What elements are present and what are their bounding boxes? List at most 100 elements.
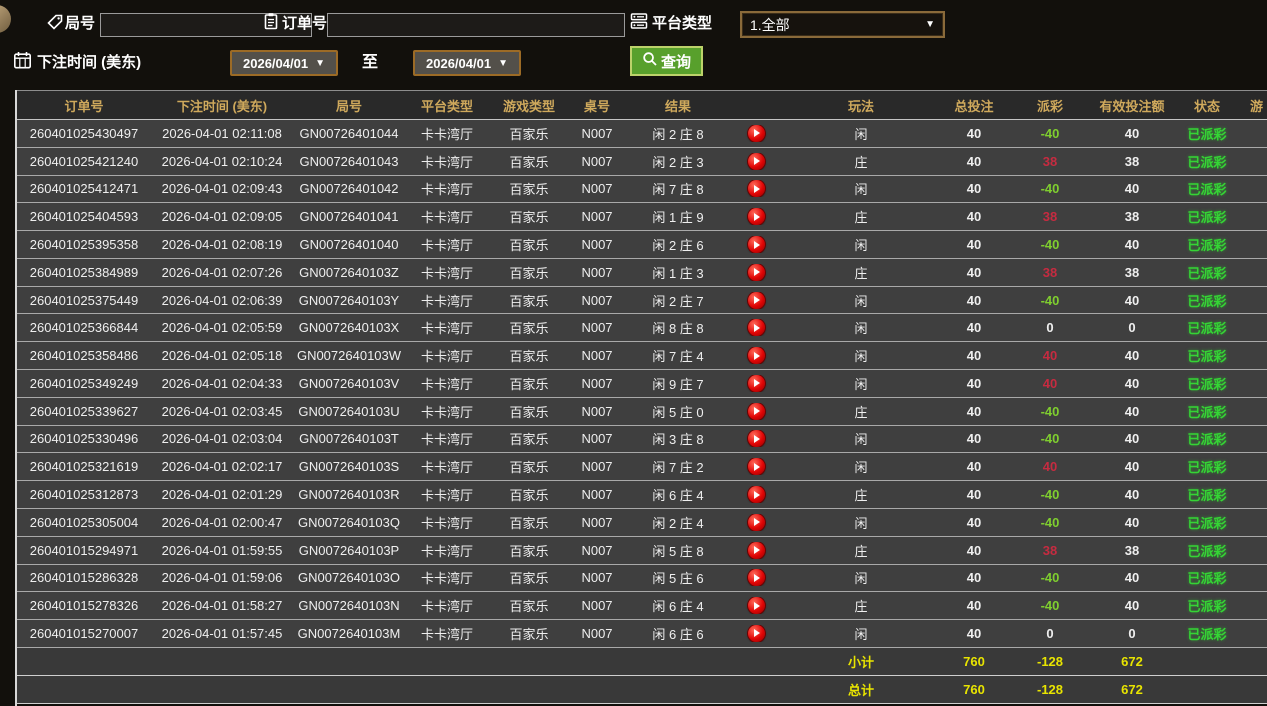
cell-game-no: GN00726401042 bbox=[299, 181, 399, 197]
cell-payout: 38 bbox=[1042, 153, 1058, 169]
play-video-icon[interactable] bbox=[747, 263, 765, 281]
cell-result: 闲 2 庄 8 bbox=[652, 126, 704, 142]
cell-payout: -40 bbox=[1040, 181, 1060, 197]
cell-status: 已派彩 bbox=[1187, 432, 1227, 448]
cell-total-bet: 40 bbox=[966, 625, 982, 641]
cell-result: 闲 2 庄 7 bbox=[652, 293, 704, 309]
platform-type-value: 1.全部 bbox=[750, 16, 790, 33]
cell-order-no: 260401015270007 bbox=[29, 625, 139, 641]
cell-game-no: GN0072640103T bbox=[299, 431, 399, 447]
play-video-icon[interactable] bbox=[747, 513, 765, 531]
cell-table: N007 bbox=[581, 514, 613, 530]
cell-table: N007 bbox=[581, 153, 613, 169]
table-row: 260401025339627 2026-04-01 02:03:45 GN0072… bbox=[17, 397, 1267, 426]
cell-play-type: 闲 bbox=[854, 182, 868, 198]
cell-valid-bet: 38 bbox=[1124, 542, 1140, 558]
column-header: 游戏类型 bbox=[502, 98, 555, 114]
order-no-input[interactable] bbox=[327, 13, 625, 37]
play-video-icon[interactable] bbox=[747, 152, 765, 170]
cell-play-type: 闲 bbox=[854, 571, 868, 587]
cell-game-no: GN0072640103R bbox=[298, 487, 400, 503]
play-video-icon[interactable] bbox=[747, 208, 765, 226]
play-video-icon[interactable] bbox=[747, 347, 765, 365]
cell-payout: 38 bbox=[1042, 264, 1058, 280]
cell-game: 百家乐 bbox=[509, 265, 549, 281]
cell-payout: -40 bbox=[1040, 570, 1060, 586]
cell-order-no: 260401025384989 bbox=[29, 264, 139, 280]
date-to-select[interactable]: 2026/04/01 ▼ bbox=[413, 50, 521, 76]
play-video-icon[interactable] bbox=[747, 430, 765, 448]
table-row: 260401025404593 2026-04-01 02:09:05 GN0072… bbox=[17, 203, 1267, 232]
cell-play-type: 庄 bbox=[854, 265, 868, 281]
cell-valid-bet: 38 bbox=[1124, 153, 1140, 169]
cell-game: 百家乐 bbox=[509, 626, 549, 642]
cell-game-no: GN0072640103P bbox=[298, 542, 400, 558]
table-row: 260401025412471 2026-04-01 02:09:43 GN0072… bbox=[17, 175, 1267, 204]
cell-total-bet: 40 bbox=[966, 570, 982, 586]
cell-total-bet: 40 bbox=[966, 487, 982, 503]
cell-order-no: 260401025395358 bbox=[29, 237, 139, 253]
table-row: 260401015278326 2026-04-01 01:58:27 GN0072… bbox=[17, 592, 1267, 621]
cell-order-no: 260401025321619 bbox=[29, 459, 139, 475]
query-button[interactable]: 查询 bbox=[630, 46, 703, 76]
cell-result: 闲 1 庄 3 bbox=[652, 265, 704, 281]
platform-type-select[interactable]: 1.全部 ▼ bbox=[740, 11, 945, 38]
cell-order-no: 260401025330496 bbox=[29, 431, 139, 447]
play-video-icon[interactable] bbox=[747, 486, 765, 504]
play-video-icon[interactable] bbox=[747, 458, 765, 476]
cell-game-no: GN0072640103Z bbox=[299, 264, 399, 280]
play-video-icon[interactable] bbox=[747, 402, 765, 420]
cell-game-no: GN0072640103X bbox=[298, 320, 400, 336]
edge-circle-decoration bbox=[0, 5, 11, 33]
play-video-icon[interactable] bbox=[747, 569, 765, 587]
cell-status: 已派彩 bbox=[1187, 238, 1227, 254]
cell-game: 百家乐 bbox=[509, 376, 549, 392]
cell-hall: 卡卡湾厅 bbox=[420, 599, 473, 615]
cell-status: 已派彩 bbox=[1187, 154, 1227, 170]
cell-valid-bet: 0 bbox=[1128, 625, 1136, 641]
cell-play-type: 闲 bbox=[854, 126, 868, 142]
cell-game: 百家乐 bbox=[509, 210, 549, 226]
date-from-select[interactable]: 2026/04/01 ▼ bbox=[230, 50, 338, 76]
play-video-icon[interactable] bbox=[747, 597, 765, 615]
play-video-icon[interactable] bbox=[747, 236, 765, 254]
cell-payout: -40 bbox=[1040, 514, 1060, 530]
play-video-icon[interactable] bbox=[747, 180, 765, 198]
cell-order-no: 260401015278326 bbox=[29, 598, 139, 614]
cell-hall: 卡卡湾厅 bbox=[420, 432, 473, 448]
column-header: 订单号 bbox=[64, 98, 104, 114]
cell-time: 2026-04-01 02:00:47 bbox=[161, 514, 283, 530]
play-video-icon[interactable] bbox=[747, 624, 765, 642]
chevron-down-icon: ▼ bbox=[925, 19, 935, 30]
game-no-input[interactable] bbox=[100, 13, 312, 37]
cell-status: 已派彩 bbox=[1187, 210, 1227, 226]
cell-status: 已派彩 bbox=[1187, 293, 1227, 309]
cell-valid-bet: 38 bbox=[1124, 209, 1140, 225]
cell-game-no: GN0072640103V bbox=[298, 375, 400, 391]
cell-valid-bet: 40 bbox=[1124, 431, 1140, 447]
cell-valid-bet: 40 bbox=[1124, 348, 1140, 364]
cell-valid-bet: 40 bbox=[1124, 514, 1140, 530]
cell-total-bet: 40 bbox=[966, 153, 982, 169]
cell-valid-bet: 40 bbox=[1124, 181, 1140, 197]
column-header: 下注时间 (美东) bbox=[176, 98, 268, 114]
cell-result: 闲 7 庄 4 bbox=[652, 349, 704, 365]
cell-time: 2026-04-01 02:07:26 bbox=[161, 264, 283, 280]
cell-play-type: 庄 bbox=[854, 599, 868, 615]
cell-result: 闲 6 庄 4 bbox=[652, 488, 704, 504]
play-video-icon[interactable] bbox=[747, 541, 765, 559]
cell-total-bet: 40 bbox=[966, 181, 982, 197]
cell-play-type: 闲 bbox=[854, 321, 868, 337]
play-video-icon[interactable] bbox=[747, 291, 765, 309]
cell-table: N007 bbox=[581, 292, 613, 308]
chevron-down-icon: ▼ bbox=[498, 57, 508, 69]
cell-result: 闲 6 庄 4 bbox=[652, 599, 704, 615]
cell-valid-bet: 40 bbox=[1124, 487, 1140, 503]
cell-result: 闲 3 庄 8 bbox=[652, 432, 704, 448]
play-video-icon[interactable] bbox=[747, 319, 765, 337]
cell-order-no: 260401025375449 bbox=[29, 292, 139, 308]
play-video-icon[interactable] bbox=[747, 124, 765, 142]
play-video-icon[interactable] bbox=[747, 374, 765, 392]
cell-status: 已派彩 bbox=[1187, 265, 1227, 281]
subtotal-row-valid-bet: 672 bbox=[1121, 653, 1143, 669]
